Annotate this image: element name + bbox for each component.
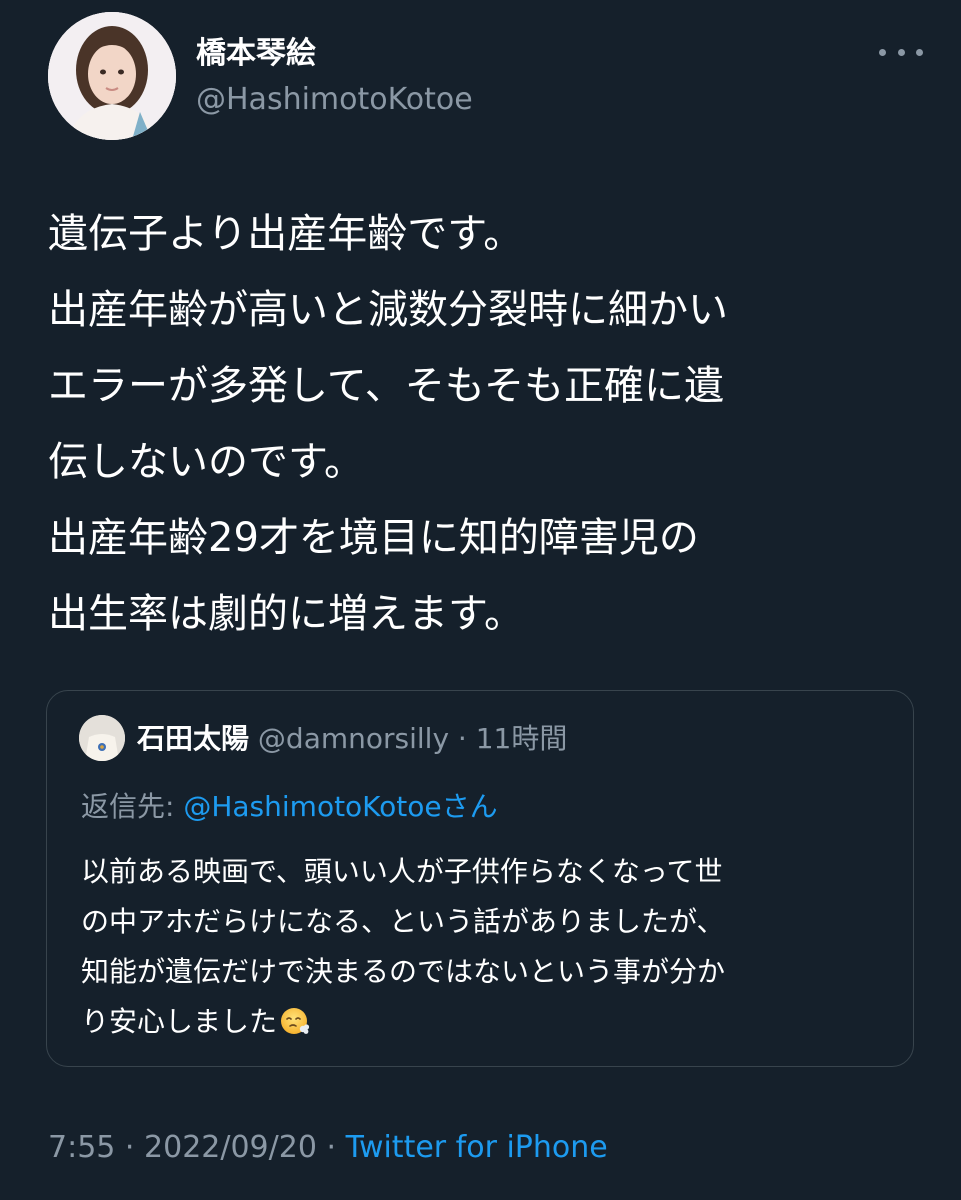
tweet-text: 遺伝子より出産年齢です。 出産年齢が高いと減数分裂時に細かい エラーが多発して、…	[48, 196, 928, 652]
tweet-line: 伝しないのです。	[48, 439, 364, 485]
reply-to: 返信先: @HashimotoKotoeさん	[81, 787, 498, 827]
quote-avatar-image	[79, 715, 125, 761]
tweet-date[interactable]: 2022/09/20	[144, 1130, 317, 1165]
quote-line: の中アホだらけになる、という話がありましたが、	[81, 905, 725, 938]
quote-display-name[interactable]: 石田太陽	[137, 722, 249, 755]
quote-handle[interactable]: @damnorsilly	[258, 722, 449, 755]
quote-header: 石田太陽 @damnorsilly · 11時間	[137, 719, 567, 759]
more-icon[interactable]	[879, 40, 923, 64]
avatar[interactable]	[48, 12, 176, 140]
quote-time[interactable]: 11時間	[476, 722, 568, 755]
quote-line-text: り安心しました	[81, 1005, 278, 1038]
tweet-time[interactable]: 7:55	[48, 1130, 115, 1165]
face-exhaling-emoji	[279, 1003, 311, 1053]
footer-separator: ·	[326, 1130, 337, 1165]
reply-suffix: さん	[441, 790, 498, 823]
author-handle[interactable]: @HashimotoKotoe	[196, 80, 473, 120]
quote-text: 以前ある映画で、頭いい人が子供作らなくなって世 の中アホだらけになる、という話が…	[81, 847, 891, 1053]
tweet-footer: 7:55 · 2022/09/20 · Twitter for iPhone	[48, 1126, 608, 1170]
reply-handle-link[interactable]: @HashimotoKotoe	[183, 790, 441, 823]
quote-avatar[interactable]	[79, 715, 125, 761]
reply-prefix: 返信先:	[81, 790, 175, 823]
more-dot	[897, 48, 905, 56]
more-dot	[879, 48, 886, 56]
tweet-line: 遺伝子より出産年齢です。	[48, 211, 524, 257]
quote-line-last: り安心しました	[81, 997, 891, 1053]
quote-line: 以前ある映画で、頭いい人が子供作らなくなって世	[81, 855, 723, 888]
avatar-image	[48, 12, 176, 140]
tweet-line: 出生率は劇的に増えます。	[48, 591, 524, 637]
author-display-name[interactable]: 橋本琴絵	[196, 34, 316, 74]
more-dot	[916, 48, 923, 56]
source-link[interactable]: Twitter for iPhone	[346, 1130, 608, 1165]
tweet-line: 出産年齢29才を境目に知的障害児の	[48, 515, 699, 561]
quote-line: 知能が遺伝だけで決まるのではないという事が分か	[81, 955, 726, 988]
quote-separator: ·	[457, 722, 467, 755]
tweet-line: エラーが多発して、そもそも正確に遺	[48, 363, 724, 409]
tweet: 橋本琴絵 @HashimotoKotoe 遺伝子より出産年齢です。 出産年齢が高…	[0, 0, 961, 1200]
quoted-tweet[interactable]: 石田太陽 @damnorsilly · 11時間 返信先: @Hashimoto…	[46, 690, 914, 1067]
tweet-line: 出産年齢が高いと減数分裂時に細かい	[48, 287, 728, 333]
footer-separator: ·	[124, 1130, 135, 1165]
